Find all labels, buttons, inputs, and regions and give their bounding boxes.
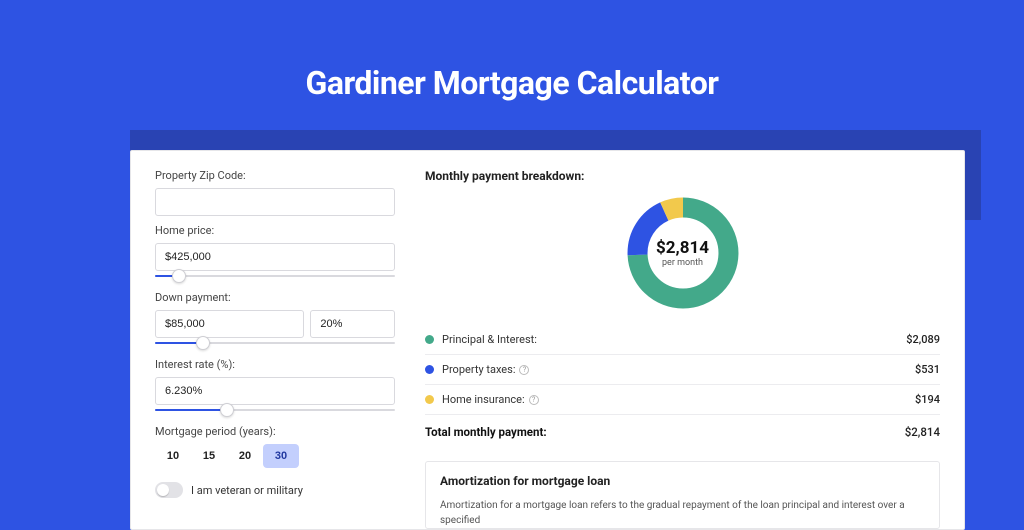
info-icon[interactable]: ? bbox=[519, 365, 529, 375]
veteran-label: I am veteran or military bbox=[191, 484, 303, 497]
total-value: $2,814 bbox=[905, 425, 940, 439]
info-icon[interactable]: ? bbox=[529, 395, 539, 405]
amortization-text: Amortization for a mortgage loan refers … bbox=[440, 498, 925, 528]
interest-rate-input[interactable] bbox=[155, 377, 395, 405]
legend-dot-icon bbox=[425, 365, 434, 374]
calculator-card: Property Zip Code: Home price: Down paym… bbox=[130, 150, 965, 530]
legend-dot-icon bbox=[425, 335, 434, 344]
home-price-slider[interactable] bbox=[155, 269, 395, 283]
breakdown-panel: Monthly payment breakdown: $2,814 per mo… bbox=[425, 169, 940, 529]
period-option-15[interactable]: 15 bbox=[191, 444, 227, 468]
down-payment-slider[interactable] bbox=[155, 336, 395, 350]
legend-label: Property taxes:? bbox=[442, 363, 915, 376]
down-payment-input[interactable] bbox=[155, 310, 304, 338]
zip-label: Property Zip Code: bbox=[155, 169, 395, 182]
legend-row: Principal & Interest:$2,089 bbox=[425, 325, 940, 355]
legend-label: Principal & Interest: bbox=[442, 333, 906, 346]
down-payment-label: Down payment: bbox=[155, 291, 395, 304]
total-label: Total monthly payment: bbox=[425, 425, 905, 439]
payment-donut-chart: $2,814 per month bbox=[623, 193, 743, 313]
amortization-title: Amortization for mortgage loan bbox=[440, 474, 925, 488]
slider-thumb-icon[interactable] bbox=[172, 269, 186, 283]
legend-label: Home insurance:? bbox=[442, 393, 915, 406]
period-option-30[interactable]: 30 bbox=[263, 444, 299, 468]
amortization-section: Amortization for mortgage loan Amortizat… bbox=[425, 461, 940, 529]
period-option-20[interactable]: 20 bbox=[227, 444, 263, 468]
period-option-10[interactable]: 10 bbox=[155, 444, 191, 468]
legend-value: $2,089 bbox=[906, 333, 940, 346]
veteran-toggle[interactable] bbox=[155, 482, 183, 498]
inputs-panel: Property Zip Code: Home price: Down paym… bbox=[155, 169, 395, 529]
total-row: Total monthly payment: $2,814 bbox=[425, 415, 940, 449]
page-title: Gardiner Mortgage Calculator bbox=[0, 0, 1024, 102]
period-options: 10152030 bbox=[155, 444, 395, 468]
breakdown-legend: Principal & Interest:$2,089Property taxe… bbox=[425, 325, 940, 415]
home-price-label: Home price: bbox=[155, 224, 395, 237]
breakdown-title: Monthly payment breakdown: bbox=[425, 169, 940, 183]
slider-thumb-icon[interactable] bbox=[220, 403, 234, 417]
home-price-input[interactable] bbox=[155, 243, 395, 271]
zip-input[interactable] bbox=[155, 188, 395, 216]
interest-rate-label: Interest rate (%): bbox=[155, 358, 395, 371]
period-label: Mortgage period (years): bbox=[155, 425, 395, 438]
legend-row: Property taxes:?$531 bbox=[425, 355, 940, 385]
interest-rate-slider[interactable] bbox=[155, 403, 395, 417]
donut-amount: $2,814 bbox=[656, 238, 709, 258]
down-payment-pct-input[interactable] bbox=[310, 310, 395, 338]
legend-dot-icon bbox=[425, 395, 434, 404]
legend-row: Home insurance:?$194 bbox=[425, 385, 940, 415]
donut-sublabel: per month bbox=[656, 258, 709, 268]
slider-thumb-icon[interactable] bbox=[196, 336, 210, 350]
legend-value: $194 bbox=[915, 393, 940, 406]
legend-value: $531 bbox=[915, 363, 940, 376]
